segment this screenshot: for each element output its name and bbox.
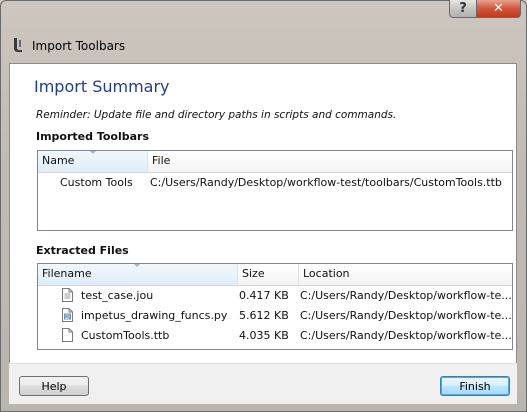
location-cell: C:/Users/Randy/Desktop/workflow-te... [300, 309, 512, 322]
reminder-text: Reminder: Update file and directory path… [36, 109, 397, 121]
help-button[interactable]: Help [19, 376, 89, 396]
filename-cell: impetus_drawing_funcs.py [81, 309, 228, 322]
sort-indicator-icon [89, 151, 97, 154]
size-cell: 4.035 KB [239, 329, 289, 342]
filename-cell: test_case.jou [81, 289, 154, 302]
extracted-files-label: Extracted Files [36, 244, 129, 257]
blank-file-icon [62, 328, 73, 342]
list-header: Filename Size Location [38, 264, 512, 286]
close-button[interactable]: ✕ [477, 0, 521, 18]
sort-indicator-icon [133, 264, 141, 267]
dialog-footer: Help Finish [9, 363, 517, 404]
column-header-location[interactable]: Location [299, 264, 512, 285]
size-cell: 0.417 KB [239, 289, 289, 302]
column-header-filename[interactable]: Filename [38, 264, 238, 285]
size-cell: 5.612 KB [239, 309, 289, 322]
location-cell: C:/Users/Randy/Desktop/workflow-te... [300, 289, 512, 302]
app-icon [14, 38, 22, 52]
table-row[interactable]: CustomTools.ttb 4.035 KB C:/Users/Randy/… [38, 326, 512, 346]
toolbar-name-cell: Custom Tools [60, 176, 133, 189]
help-caption-button[interactable]: ? [449, 0, 477, 18]
list-header: Name File [38, 151, 512, 173]
location-cell: C:/Users/Randy/Desktop/workflow-te... [300, 329, 512, 342]
script-file-icon [62, 308, 73, 322]
filename-cell: CustomTools.ttb [81, 329, 170, 342]
column-header-name[interactable]: Name [38, 151, 148, 172]
table-row[interactable]: Custom Tools C:/Users/Randy/Desktop/work… [38, 173, 512, 193]
table-row[interactable]: test_case.jou 0.417 KB C:/Users/Randy/De… [38, 286, 512, 306]
toolbar-file-cell: C:/Users/Randy/Desktop/workflow-test/too… [150, 176, 502, 189]
table-row[interactable]: impetus_drawing_funcs.py 5.612 KB C:/Use… [38, 306, 512, 326]
page-title: Import Summary [34, 77, 170, 96]
title-bar: Import Toolbars [0, 28, 527, 60]
text-file-icon [62, 288, 73, 302]
dialog-content: Import Summary Reminder: Update file and… [9, 63, 517, 368]
column-header-size[interactable]: Size [238, 264, 299, 285]
imported-toolbars-label: Imported Toolbars [36, 130, 150, 143]
import-toolbars-dialog: ? ✕ Import Toolbars Import Summary Remin… [0, 0, 527, 412]
finish-button[interactable]: Finish [440, 376, 510, 396]
window-title: Import Toolbars [32, 39, 126, 53]
extracted-files-list[interactable]: Filename Size Location test_case.jou 0.4… [37, 263, 513, 350]
column-header-file[interactable]: File [148, 151, 512, 172]
imported-toolbars-list[interactable]: Name File Custom Tools C:/Users/Randy/De… [37, 150, 513, 231]
caption-buttons: ? ✕ [449, 0, 521, 20]
